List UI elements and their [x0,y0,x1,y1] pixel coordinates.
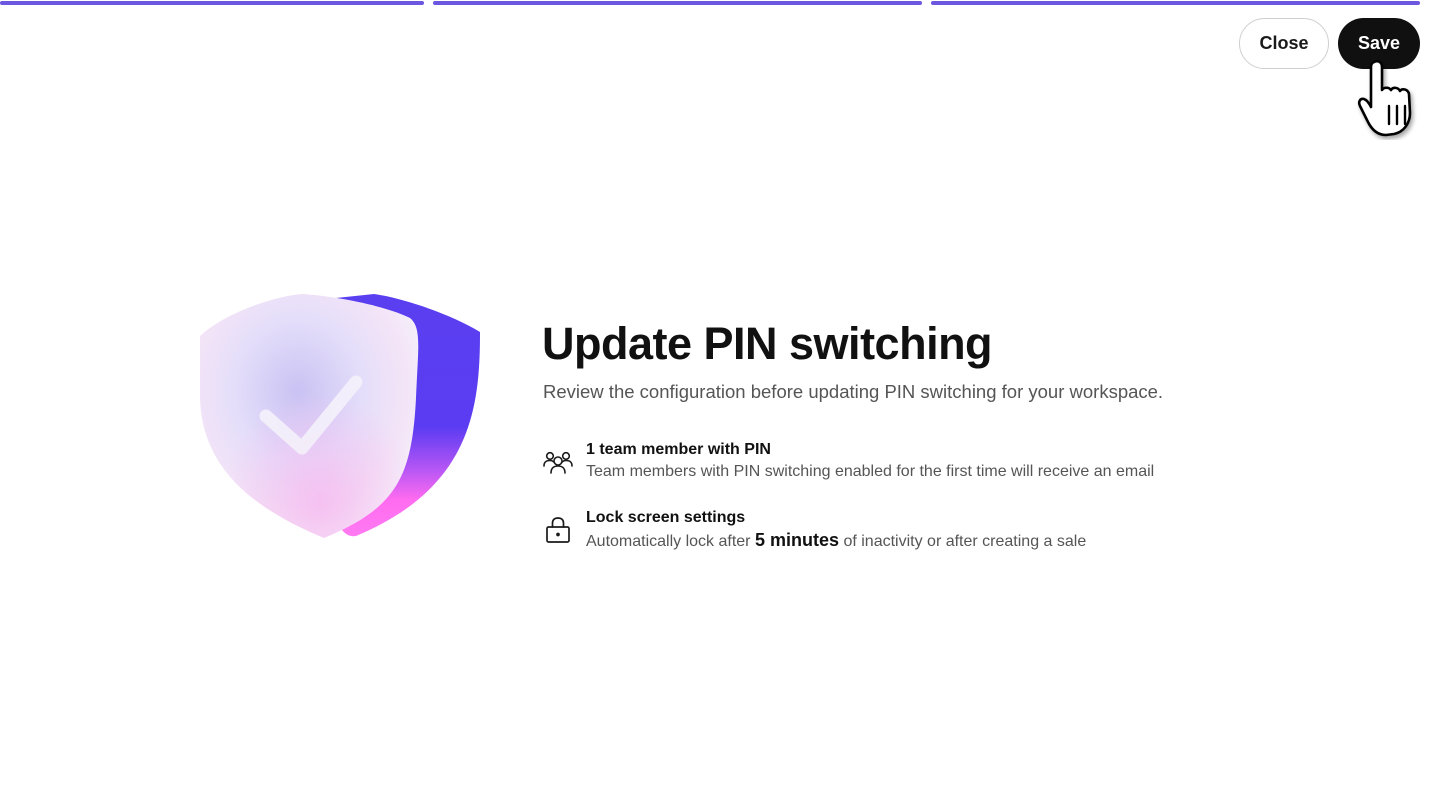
list-item-description: Team members with PIN switching enabled … [586,463,1155,480]
list-item-lock-screen: Lock screen settings Automatically lock … [542,508,1242,554]
lock-description-prefix: Automatically lock after [586,533,751,550]
lock-timeout-value: 5 minutes [754,530,839,550]
list-item-team-members: 1 team member with PIN Team members with… [542,440,1242,484]
list-item-description: Automatically lock after 5 minutes of in… [586,529,1086,553]
close-button[interactable]: Close [1239,18,1329,69]
progress-step-1 [0,1,424,5]
lock-icon [542,514,574,546]
list-item-text: Lock screen settings Automatically lock … [586,508,1086,553]
shield-check-illustration [196,288,486,542]
progress-step-3 [931,1,1420,5]
shield-check-icon [200,294,480,538]
team-members-icon [542,446,574,478]
hand-pointer-icon [1352,58,1432,140]
page-title: Update PIN switching [542,318,993,369]
list-item-heading: 1 team member with PIN [586,441,771,458]
page-subtitle: Review the configuration before updating… [543,381,1164,402]
list-item-text: 1 team member with PIN Team members with… [586,440,1154,483]
progress-step-2 [433,1,922,5]
list-item-heading: Lock screen settings [586,509,746,526]
lock-description-suffix: of inactivity or after creating a sale [843,533,1087,550]
